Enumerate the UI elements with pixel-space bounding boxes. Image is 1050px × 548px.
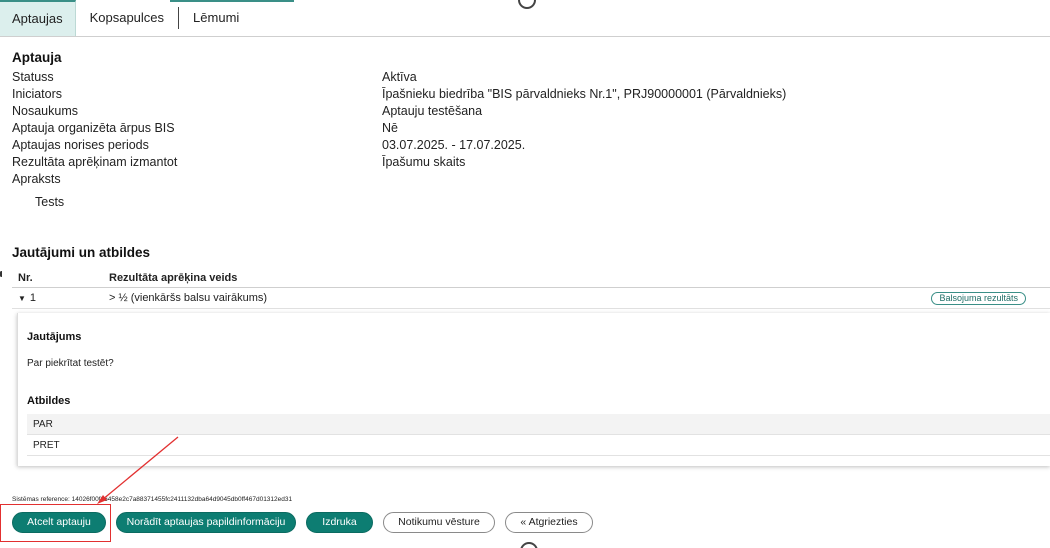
field-label: Iniciators (12, 87, 63, 101)
print-button[interactable]: Izdruka (306, 512, 373, 533)
event-history-button[interactable]: Notikumu vēsture (383, 512, 495, 533)
field-description: Apraksts (12, 171, 1042, 188)
field-value: 03.07.2025. - 17.07.2025. (382, 138, 526, 152)
column-header-nr: Nr. (18, 272, 33, 284)
field-label: Aptauja organizēta ārpus BIS (12, 121, 175, 135)
tab-decisions[interactable]: Lēmumi (179, 0, 251, 36)
list-item: PAR (27, 414, 1050, 435)
field-outside-bis: Aptauja organizēta ārpus BIS Nē (12, 120, 1042, 137)
survey-title: Aptauja (12, 50, 62, 65)
field-label: Rezultāta aprēķinam izmantot (12, 155, 178, 169)
table-header: Nr. Rezultāta aprēķina veids (12, 268, 1050, 288)
column-header-type: Rezultāta aprēķina veids (109, 272, 238, 284)
field-value: Aptauju testēšana (382, 104, 483, 118)
answers-list: PAR PRET (27, 414, 1050, 456)
row-nr: 1 (29, 292, 37, 304)
list-item: PRET (27, 435, 1050, 456)
edge-marker (0, 271, 3, 277)
system-reference: Sistēmas reference: 14026f00f16458e2c7a8… (12, 496, 293, 503)
field-name: Nosaukums Aptauju testēšana (12, 103, 1042, 120)
tab-accent-line (170, 0, 294, 2)
field-label: Statuss (12, 70, 54, 84)
questions-title: Jautājumi un atbildes (12, 245, 151, 260)
caret-down-icon[interactable]: ▼ (18, 294, 26, 303)
table-row[interactable]: ▼ 1 > ½ (vienkāršs balsu vairākums) Balso… (12, 288, 1050, 309)
field-status: Statuss Aktīva (12, 69, 1042, 86)
field-label: Apraksts (12, 172, 61, 186)
question-heading: Jautājums (27, 331, 82, 343)
field-label: Aptaujas norises periods (12, 138, 149, 152)
questions-table: Nr. Rezultāta aprēķina veids ▼ 1 > ½ (vie… (12, 268, 1050, 309)
row-type: > ½ (vienkāršs balsu vairākums) (109, 292, 268, 304)
answers-heading: Atbildes (27, 395, 71, 407)
description-text: Tests (35, 195, 65, 209)
field-calculation: Rezultāta aprēķinam izmantot Īpašumu ska… (12, 154, 1042, 171)
annotation-highlight-box (0, 504, 111, 542)
additional-info-button[interactable]: Norādīt aptaujas papildinformāciju (116, 512, 296, 533)
field-label: Nosaukums (12, 104, 78, 118)
survey-properties: Statuss Aktīva Iniciators Īpašnieku bied… (12, 69, 1042, 188)
field-period: Aptaujas norises periods 03.07.2025. - 1… (12, 137, 1042, 154)
field-initiator: Iniciators Īpašnieku biedrība "BIS pārva… (12, 86, 1042, 103)
field-value: Aktīva (382, 70, 417, 84)
back-button[interactable]: « Atgriezties (505, 512, 593, 533)
row-nr-cell[interactable]: ▼ 1 (12, 288, 109, 308)
tab-surveys[interactable]: Aptaujas (0, 0, 76, 36)
field-value: Īpašnieku biedrība "BIS pārvaldnieks Nr.… (382, 87, 787, 101)
field-value: Nē (382, 121, 398, 135)
vote-result-button[interactable]: Balsojuma rezultāts (931, 292, 1026, 305)
field-value: Īpašumu skaits (382, 155, 466, 169)
question-text: Par piekrītat testēt? (27, 358, 114, 369)
field-value (382, 171, 1032, 188)
loading-ring-icon (520, 542, 538, 548)
tab-meetings[interactable]: Kopsapulces (76, 7, 180, 29)
question-detail-panel: Jautājums Par piekrītat testēt? Atbildes… (17, 313, 1050, 466)
